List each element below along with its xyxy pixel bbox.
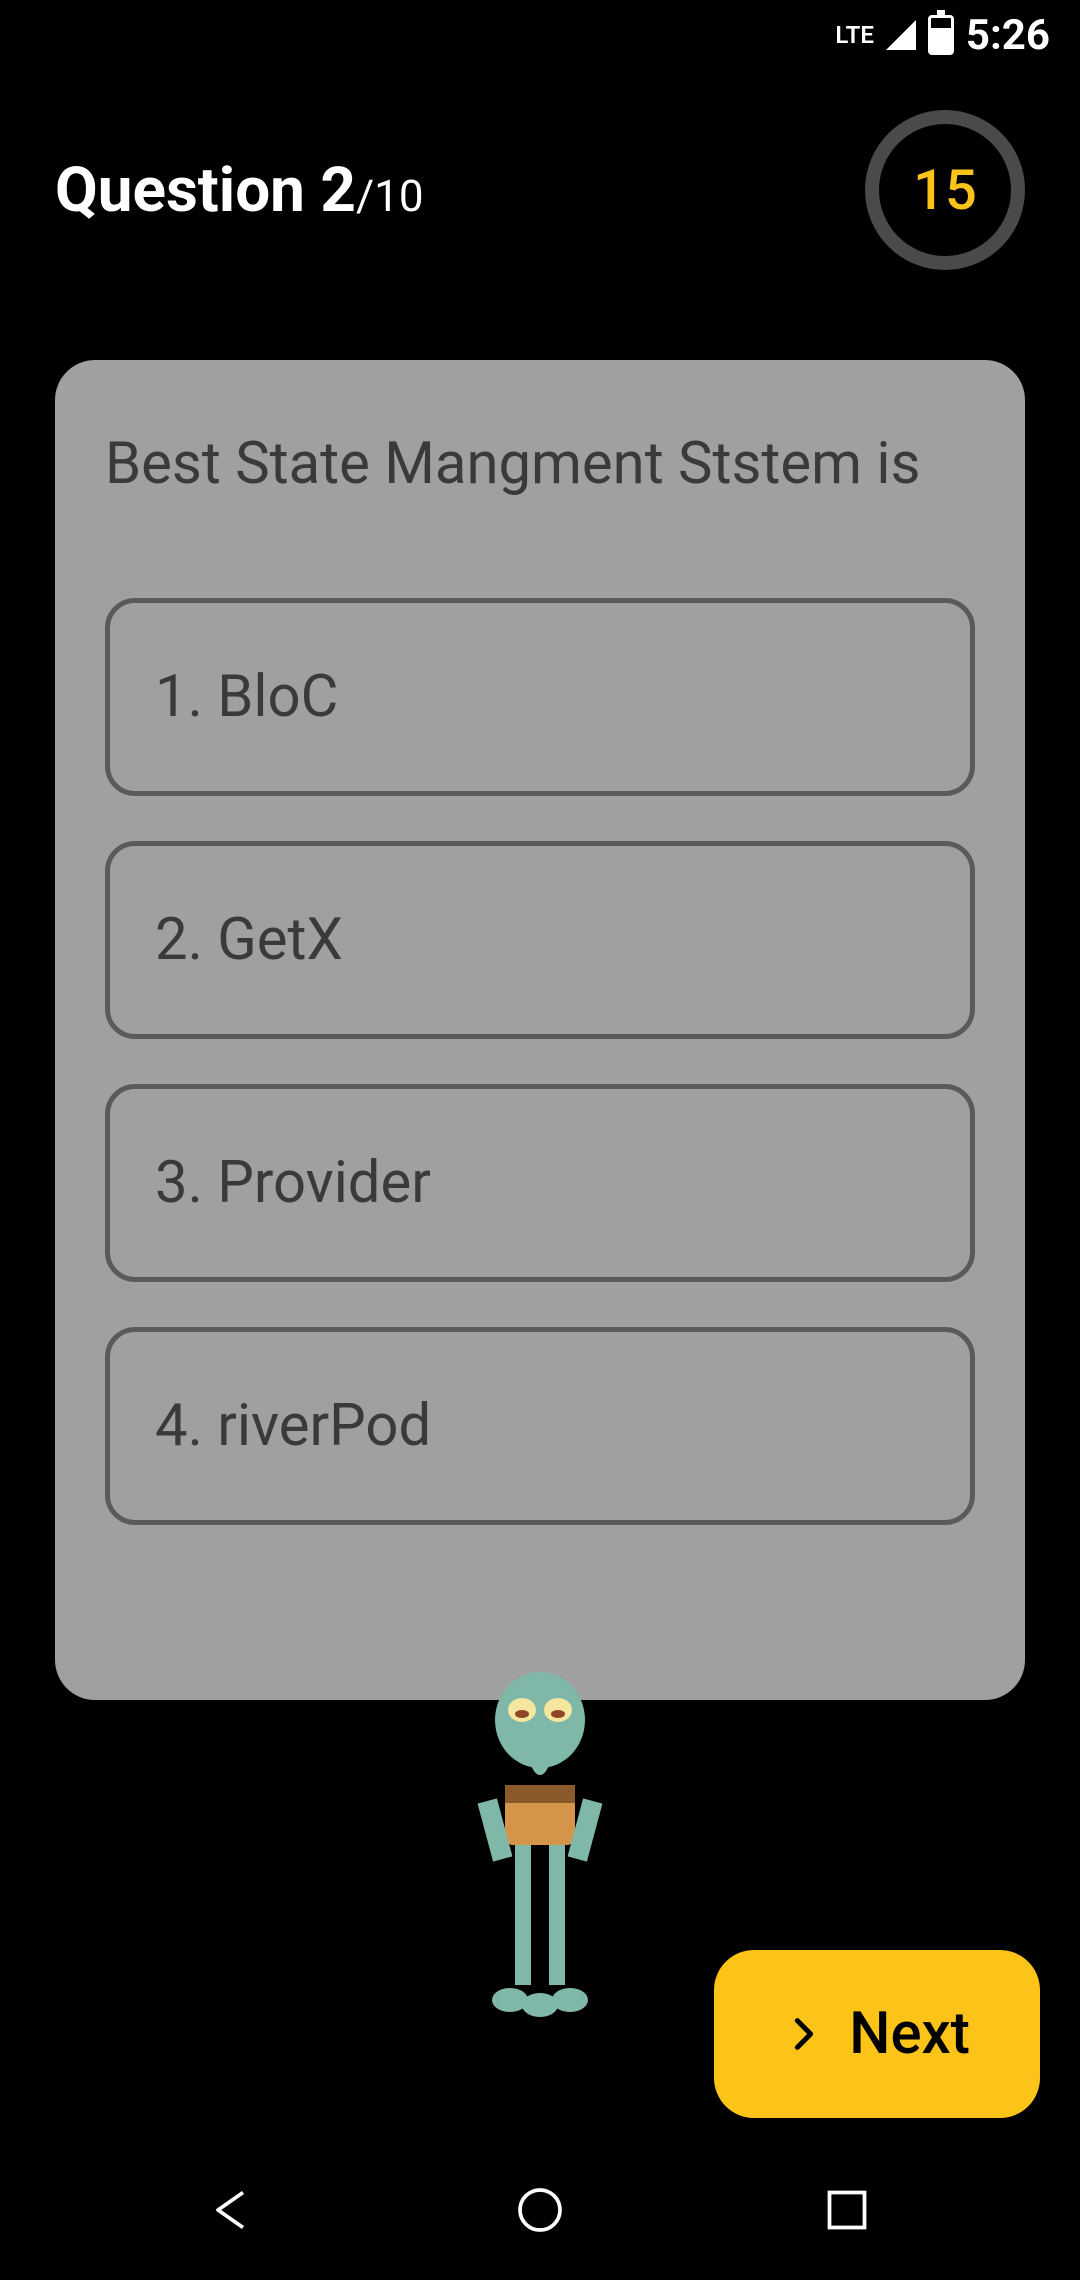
timer-value: 15 <box>913 157 977 223</box>
option-2[interactable]: 2. GetX <box>105 841 975 1039</box>
home-button[interactable] <box>510 2180 570 2240</box>
option-3[interactable]: 3. Provider <box>105 1084 975 1282</box>
option-4[interactable]: 4. riverPod <box>105 1327 975 1525</box>
network-indicator: LTE <box>835 21 873 49</box>
option-1-text: 1. BloC <box>155 663 338 731</box>
status-bar: LTE 5:26 <box>0 0 1080 70</box>
option-4-text: 4. riverPod <box>155 1392 431 1460</box>
question-number: 2 <box>320 154 356 227</box>
timer-circle: 15 <box>865 110 1025 270</box>
navigation-bar <box>0 2140 1080 2280</box>
back-button[interactable] <box>203 2180 263 2240</box>
battery-icon <box>928 15 954 55</box>
chevron-right-icon <box>784 2014 824 2054</box>
question-card: Best State Mangment Ststem is 1. BloC 2.… <box>55 360 1025 1700</box>
option-2-text: 2. GetX <box>155 906 343 974</box>
character-image <box>460 1670 620 2030</box>
status-icons: LTE 5:26 <box>835 11 1050 60</box>
question-separator: / <box>356 170 374 222</box>
option-3-text: 3. Provider <box>155 1149 431 1217</box>
question-counter: Question 2/10 <box>55 154 424 227</box>
cartoon-character-icon <box>460 1670 620 2030</box>
question-prefix: Question <box>55 154 320 227</box>
question-text: Best State Mangment Ststem is <box>105 430 975 498</box>
next-button-label: Next <box>849 2000 970 2068</box>
question-total: 10 <box>374 170 423 222</box>
option-1[interactable]: 1. BloC <box>105 598 975 796</box>
recent-apps-button[interactable] <box>817 2180 877 2240</box>
quiz-header: Question 2/10 15 <box>0 70 1080 310</box>
clock-time: 5:26 <box>966 11 1050 60</box>
signal-icon <box>886 20 916 50</box>
next-button[interactable]: Next <box>714 1950 1040 2118</box>
